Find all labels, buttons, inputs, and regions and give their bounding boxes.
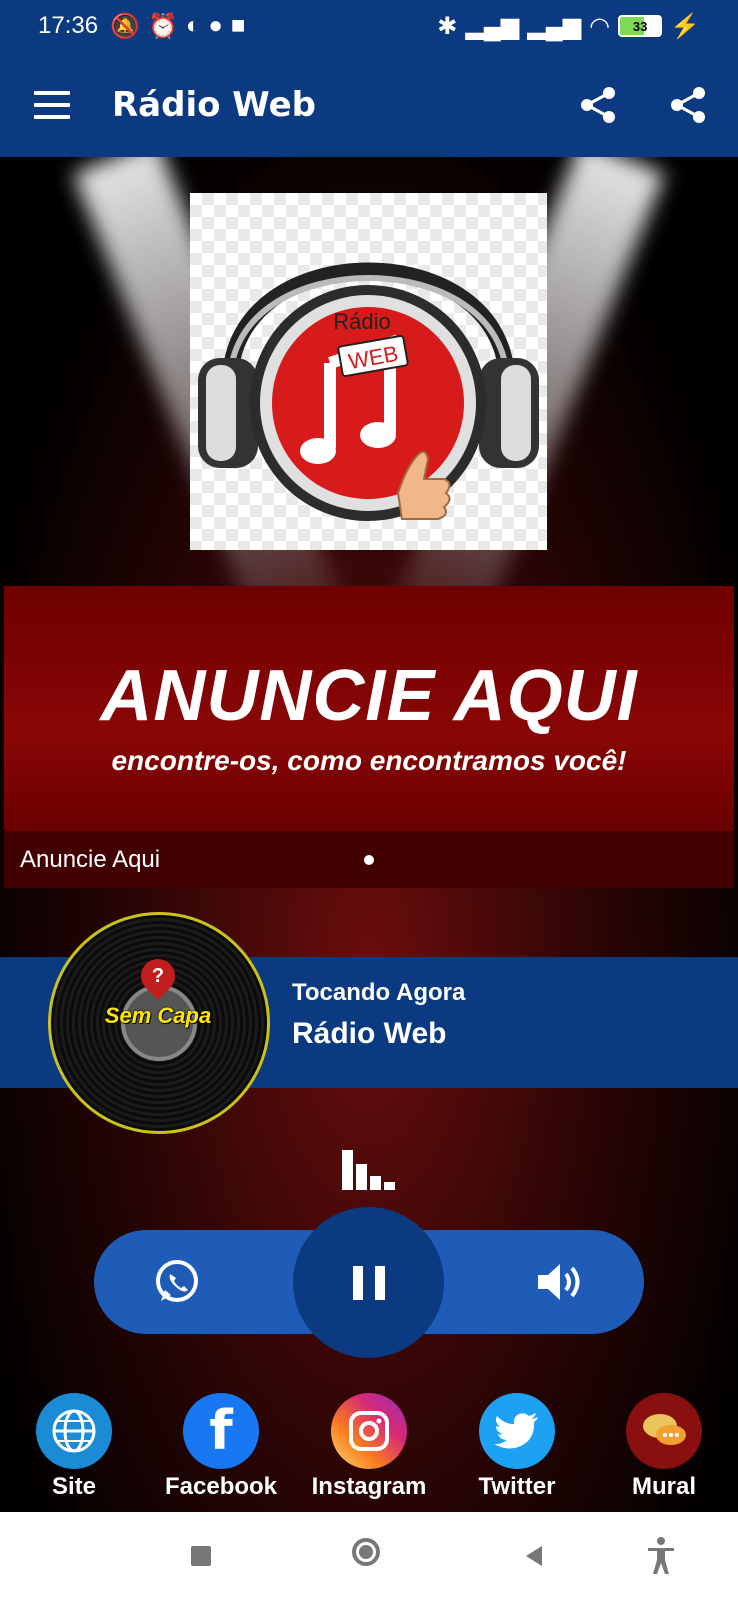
instagram-icon xyxy=(349,1411,389,1451)
bell-off-icon: 🔕 xyxy=(110,12,140,40)
share-icon-2[interactable] xyxy=(668,85,708,125)
menu-icon[interactable] xyxy=(34,90,70,119)
status-time: 17:36 xyxy=(38,12,99,39)
pause-icon-bar xyxy=(352,1265,363,1300)
equalizer-icon xyxy=(342,1150,398,1190)
carousel-indicator-dot[interactable] xyxy=(364,855,374,865)
bluetooth-icon: ✱ xyxy=(437,12,458,40)
now-playing-title: Rádio Web xyxy=(292,1017,447,1050)
facebook-icon: f xyxy=(209,1399,233,1462)
social-label: Instagram xyxy=(311,1473,427,1500)
home-icon[interactable] xyxy=(352,1538,380,1566)
accessibility-icon[interactable] xyxy=(646,1536,676,1576)
share-icon[interactable] xyxy=(578,85,618,125)
social-label: Site xyxy=(51,1473,96,1500)
banner-headline: ANUNCIE AQUI xyxy=(100,655,638,736)
volume-icon[interactable] xyxy=(534,1259,584,1305)
cover-placeholder-text: Sem Capa xyxy=(104,1003,212,1028)
social-label: Facebook xyxy=(164,1473,278,1500)
pause-button[interactable] xyxy=(293,1207,444,1358)
social-instagram[interactable]: Instagram xyxy=(309,1393,429,1501)
charging-icon: ⚡ xyxy=(670,12,700,40)
banner-caption: Anuncie Aqui xyxy=(20,845,161,873)
app-bar: Rádio Web xyxy=(0,52,738,157)
recents-icon[interactable] xyxy=(191,1546,211,1566)
signal-icon: ▂▄▆ xyxy=(465,12,520,40)
status-notification-icons: 🔕 ⏰ ◐ ● ■ xyxy=(110,12,245,41)
album-cover-disc: ? Sem Capa xyxy=(48,912,270,1134)
social-site[interactable]: Site xyxy=(14,1393,134,1501)
now-playing-label: Tocando Agora xyxy=(292,979,466,1006)
alarm-icon: ⏰ xyxy=(147,12,178,40)
social-label: Mural xyxy=(631,1473,696,1500)
station-logo: WEB Rádio xyxy=(190,193,547,550)
status-bar: 17:36 🔕 ⏰ ◐ ● ■ ✱ ▂▄▆ ▂▄▆ ◠ 33 ⚡ xyxy=(0,0,738,52)
globe-icon xyxy=(52,1409,96,1453)
wifi-icon: ◠ xyxy=(589,12,611,40)
ad-banner[interactable]: ANUNCIE AQUI encontre-os, como encontram… xyxy=(4,586,734,888)
social-links: Site f Facebook Instagram Twitter Mural xyxy=(0,1393,738,1513)
social-mural[interactable]: Mural xyxy=(604,1393,724,1501)
social-label: Twitter xyxy=(478,1473,556,1500)
robot-icon: ● xyxy=(208,12,223,39)
battery-icon: 33 xyxy=(618,15,663,37)
headphones-logo-icon: WEB Rádio xyxy=(198,262,539,521)
app-title: Rádio Web xyxy=(112,84,316,125)
question-mark-icon: ? xyxy=(133,951,183,1001)
social-twitter[interactable]: Twitter xyxy=(457,1393,577,1501)
pause-icon-bar xyxy=(374,1265,385,1300)
whatsapp-icon[interactable] xyxy=(152,1257,202,1307)
back-icon[interactable] xyxy=(522,1544,544,1568)
logo-top-text: Rádio xyxy=(333,309,390,334)
chat-bubbles-icon xyxy=(643,1414,686,1445)
square-notification-icon: ■ xyxy=(230,12,246,39)
system-nav-bar xyxy=(0,1512,738,1600)
banner-subline: encontre-os, como encontramos você! xyxy=(111,744,627,776)
social-facebook[interactable]: f Facebook xyxy=(161,1393,281,1501)
signal-icon-2: ▂▄▆ xyxy=(527,12,582,40)
twitter-icon xyxy=(494,1413,538,1449)
app-notification-icon: ◐ xyxy=(185,12,201,39)
